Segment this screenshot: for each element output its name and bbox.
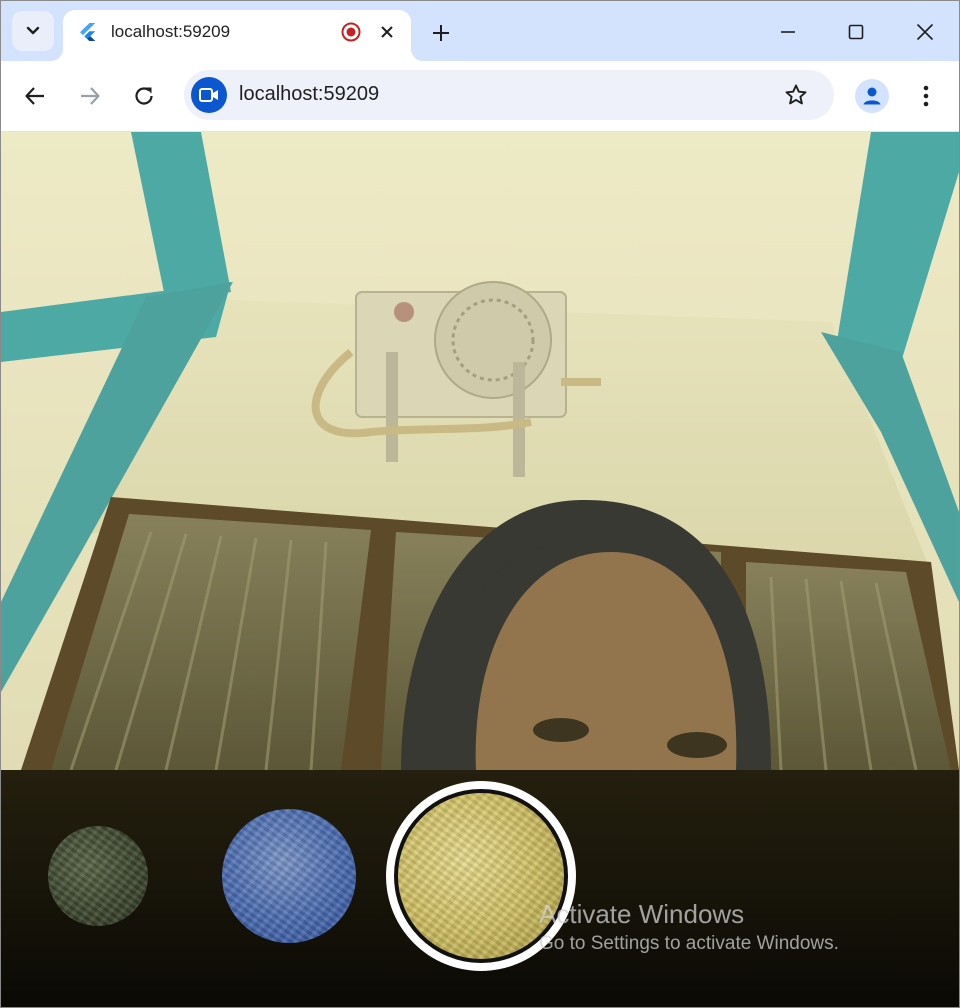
reload-icon xyxy=(135,87,153,105)
watermark-subtitle: Go to Settings to activate Windows. xyxy=(539,933,839,954)
url-text[interactable]: localhost:59209 xyxy=(239,83,379,106)
minimize-icon xyxy=(781,31,795,33)
watermark-title: Activate Windows xyxy=(539,899,745,929)
forward-button[interactable] xyxy=(72,78,108,114)
more-vert-icon xyxy=(923,85,929,107)
windows-activation-watermark: Activate Windows Go to Settings to activ… xyxy=(539,898,839,958)
arrow-left-icon xyxy=(25,87,44,105)
chevron-down-icon xyxy=(26,26,40,35)
tab-strip: localhost:59209 xyxy=(1,1,959,61)
person-icon xyxy=(863,87,881,105)
video-camera-icon xyxy=(199,88,218,102)
minimize-button[interactable] xyxy=(771,15,805,49)
window-close-button[interactable] xyxy=(908,15,942,49)
back-button[interactable] xyxy=(17,78,53,114)
menu-button[interactable] xyxy=(908,78,944,114)
tab-title: localhost:59209 xyxy=(111,22,231,41)
flutter-icon xyxy=(80,23,96,41)
tab-search-button[interactable] xyxy=(12,11,54,51)
bookmark-button[interactable] xyxy=(782,81,810,109)
close-icon xyxy=(381,26,393,38)
close-icon xyxy=(916,23,934,41)
filter-selector xyxy=(1,770,959,1007)
tab-close-button[interactable] xyxy=(375,20,399,44)
address-bar[interactable]: localhost:59209 xyxy=(184,70,834,120)
site-info-button[interactable] xyxy=(191,77,227,113)
arrow-right-icon xyxy=(81,87,100,105)
browser-window: localhost:59209 localhost:59209 Activate… xyxy=(0,0,960,1008)
reload-button[interactable] xyxy=(126,78,162,114)
recording-icon xyxy=(341,22,361,42)
camera-preview xyxy=(1,132,959,770)
plus-icon xyxy=(433,25,449,41)
star-icon xyxy=(785,84,807,105)
maximize-button[interactable] xyxy=(839,15,873,49)
profile-button[interactable] xyxy=(855,79,889,113)
browser-toolbar: localhost:59209 xyxy=(1,61,959,132)
active-tab[interactable]: localhost:59209 xyxy=(63,10,411,61)
camera-feed-image xyxy=(1,132,959,770)
page-content: Activate Windows Go to Settings to activ… xyxy=(1,132,959,1007)
filter-option-blue[interactable] xyxy=(222,809,356,943)
maximize-icon xyxy=(848,24,864,40)
new-tab-button[interactable] xyxy=(427,19,455,47)
filter-option-green[interactable] xyxy=(48,826,148,926)
